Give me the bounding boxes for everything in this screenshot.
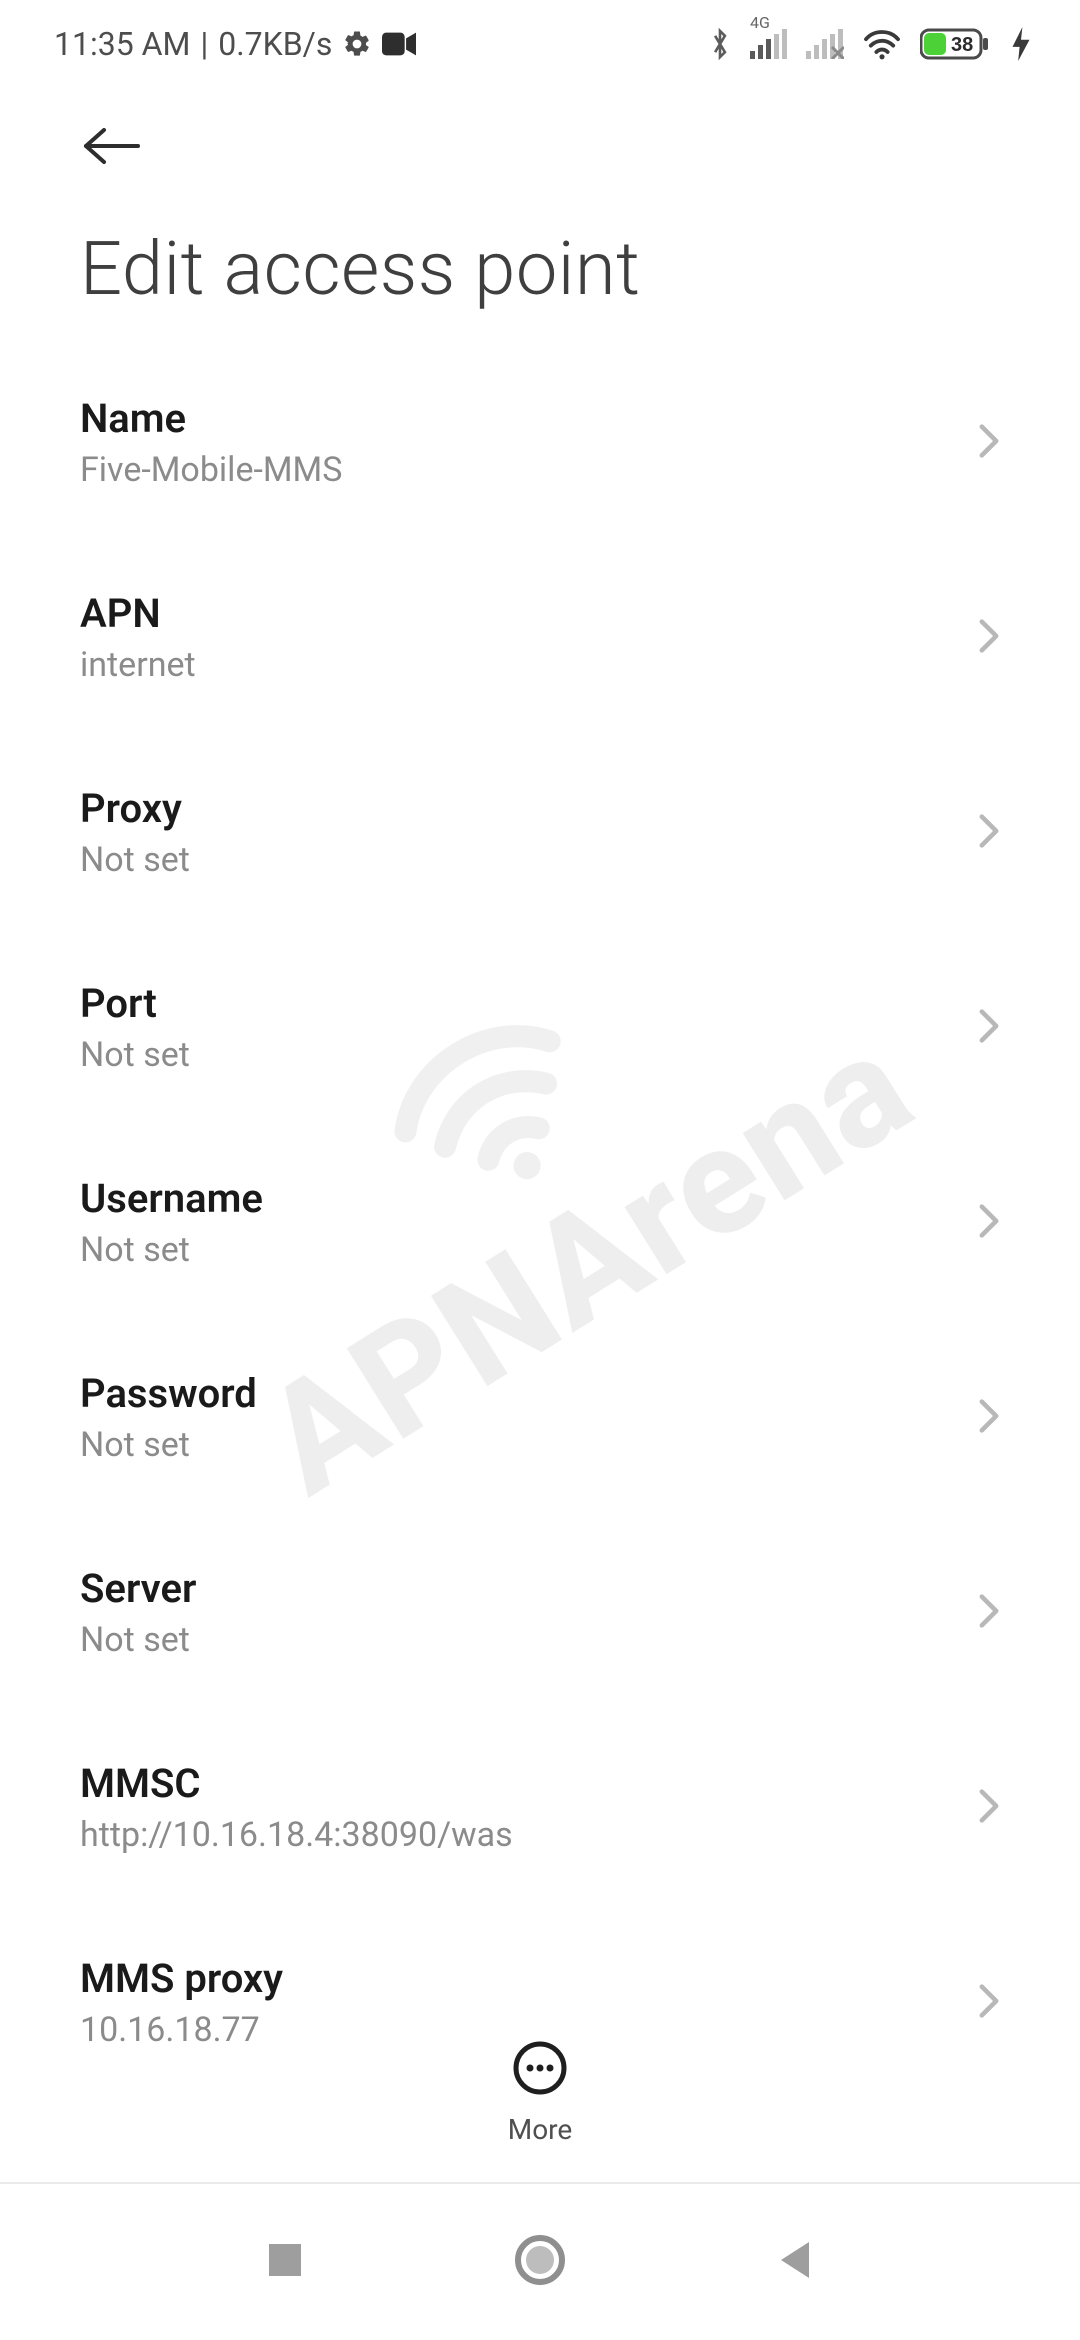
row-label: APN	[80, 590, 196, 637]
chevron-right-icon	[978, 1203, 1000, 1243]
row-label: Username	[80, 1175, 263, 1222]
row-label: MMSC	[80, 1760, 513, 1807]
row-text: Name Five-Mobile-MMS	[80, 395, 342, 490]
charging-icon	[1012, 27, 1030, 61]
row-value: Not set	[80, 1230, 263, 1270]
setting-row-mmsc[interactable]: MMSC http://10.16.18.4:38090/was	[0, 1710, 1080, 1905]
nav-back-button[interactable]	[775, 2238, 815, 2286]
chevron-right-icon	[978, 1983, 1000, 2023]
row-text: Proxy Not set	[80, 785, 190, 880]
chevron-right-icon	[978, 1008, 1000, 1048]
setting-row-proxy[interactable]: Proxy Not set	[0, 735, 1080, 930]
setting-row-port[interactable]: Port Not set	[0, 930, 1080, 1125]
row-text: MMS proxy 10.16.18.77	[80, 1955, 283, 2050]
signal-2-icon	[806, 29, 844, 59]
setting-row-server[interactable]: Server Not set	[0, 1515, 1080, 1710]
status-separator: |	[200, 25, 208, 63]
row-text: Server Not set	[80, 1565, 196, 1660]
row-text: MMSC http://10.16.18.4:38090/was	[80, 1760, 513, 1855]
row-label: Name	[80, 395, 342, 442]
system-nav-bar	[0, 2184, 1080, 2340]
row-label: Password	[80, 1370, 257, 1417]
back-button[interactable]	[80, 124, 144, 172]
row-value: Not set	[80, 1620, 196, 1660]
settings-list: APNArena Name Five-Mobile-MMS APN intern…	[0, 345, 1080, 2100]
row-label: Server	[80, 1565, 196, 1612]
row-value: Not set	[80, 1035, 190, 1075]
row-label: MMS proxy	[80, 1955, 283, 2002]
network-badge: 4G	[750, 13, 770, 32]
gear-icon	[342, 29, 372, 59]
bluetooth-icon	[708, 26, 732, 62]
row-text: Username Not set	[80, 1175, 263, 1270]
video-camera-icon	[382, 31, 416, 57]
row-value: internet	[80, 645, 196, 685]
setting-row-apn[interactable]: APN internet	[0, 540, 1080, 735]
page-title: Edit access point	[0, 172, 1080, 345]
more-section: More	[0, 2041, 1080, 2178]
wifi-icon	[862, 28, 902, 60]
row-value: Not set	[80, 840, 190, 880]
chevron-right-icon	[978, 423, 1000, 463]
row-text: Port Not set	[80, 980, 190, 1075]
setting-row-username[interactable]: Username Not set	[0, 1125, 1080, 1320]
chevron-right-icon	[978, 618, 1000, 658]
status-data-rate: 0.7KB/s	[218, 25, 332, 63]
row-label: Proxy	[80, 785, 190, 832]
status-bar: 11:35 AM | 0.7KB/s 4G 38	[0, 0, 1080, 88]
signal-1-icon: 4G	[750, 29, 788, 59]
row-text: APN internet	[80, 590, 196, 685]
arrow-left-icon	[80, 124, 144, 168]
setting-row-password[interactable]: Password Not set	[0, 1320, 1080, 1515]
row-label: Port	[80, 980, 190, 1027]
row-value: Five-Mobile-MMS	[80, 450, 342, 490]
chevron-right-icon	[978, 1788, 1000, 1828]
setting-row-name[interactable]: Name Five-Mobile-MMS	[0, 345, 1080, 540]
more-options-icon	[513, 2041, 567, 2099]
row-value: http://10.16.18.4:38090/was	[80, 1815, 513, 1855]
battery-text: 38	[951, 34, 973, 56]
nav-recent-button[interactable]	[265, 2240, 305, 2284]
header	[0, 88, 1080, 172]
chevron-right-icon	[978, 1593, 1000, 1633]
more-button[interactable]: More	[508, 2041, 573, 2146]
more-label: More	[508, 2113, 573, 2146]
status-right: 4G 38	[708, 26, 1030, 62]
chevron-right-icon	[978, 813, 1000, 853]
row-text: Password Not set	[80, 1370, 257, 1465]
chevron-right-icon	[978, 1398, 1000, 1438]
battery-icon: 38	[920, 27, 994, 61]
nav-home-button[interactable]	[514, 2234, 566, 2290]
status-time: 11:35 AM	[54, 25, 190, 63]
status-left: 11:35 AM | 0.7KB/s	[54, 25, 416, 63]
row-value: Not set	[80, 1425, 257, 1465]
